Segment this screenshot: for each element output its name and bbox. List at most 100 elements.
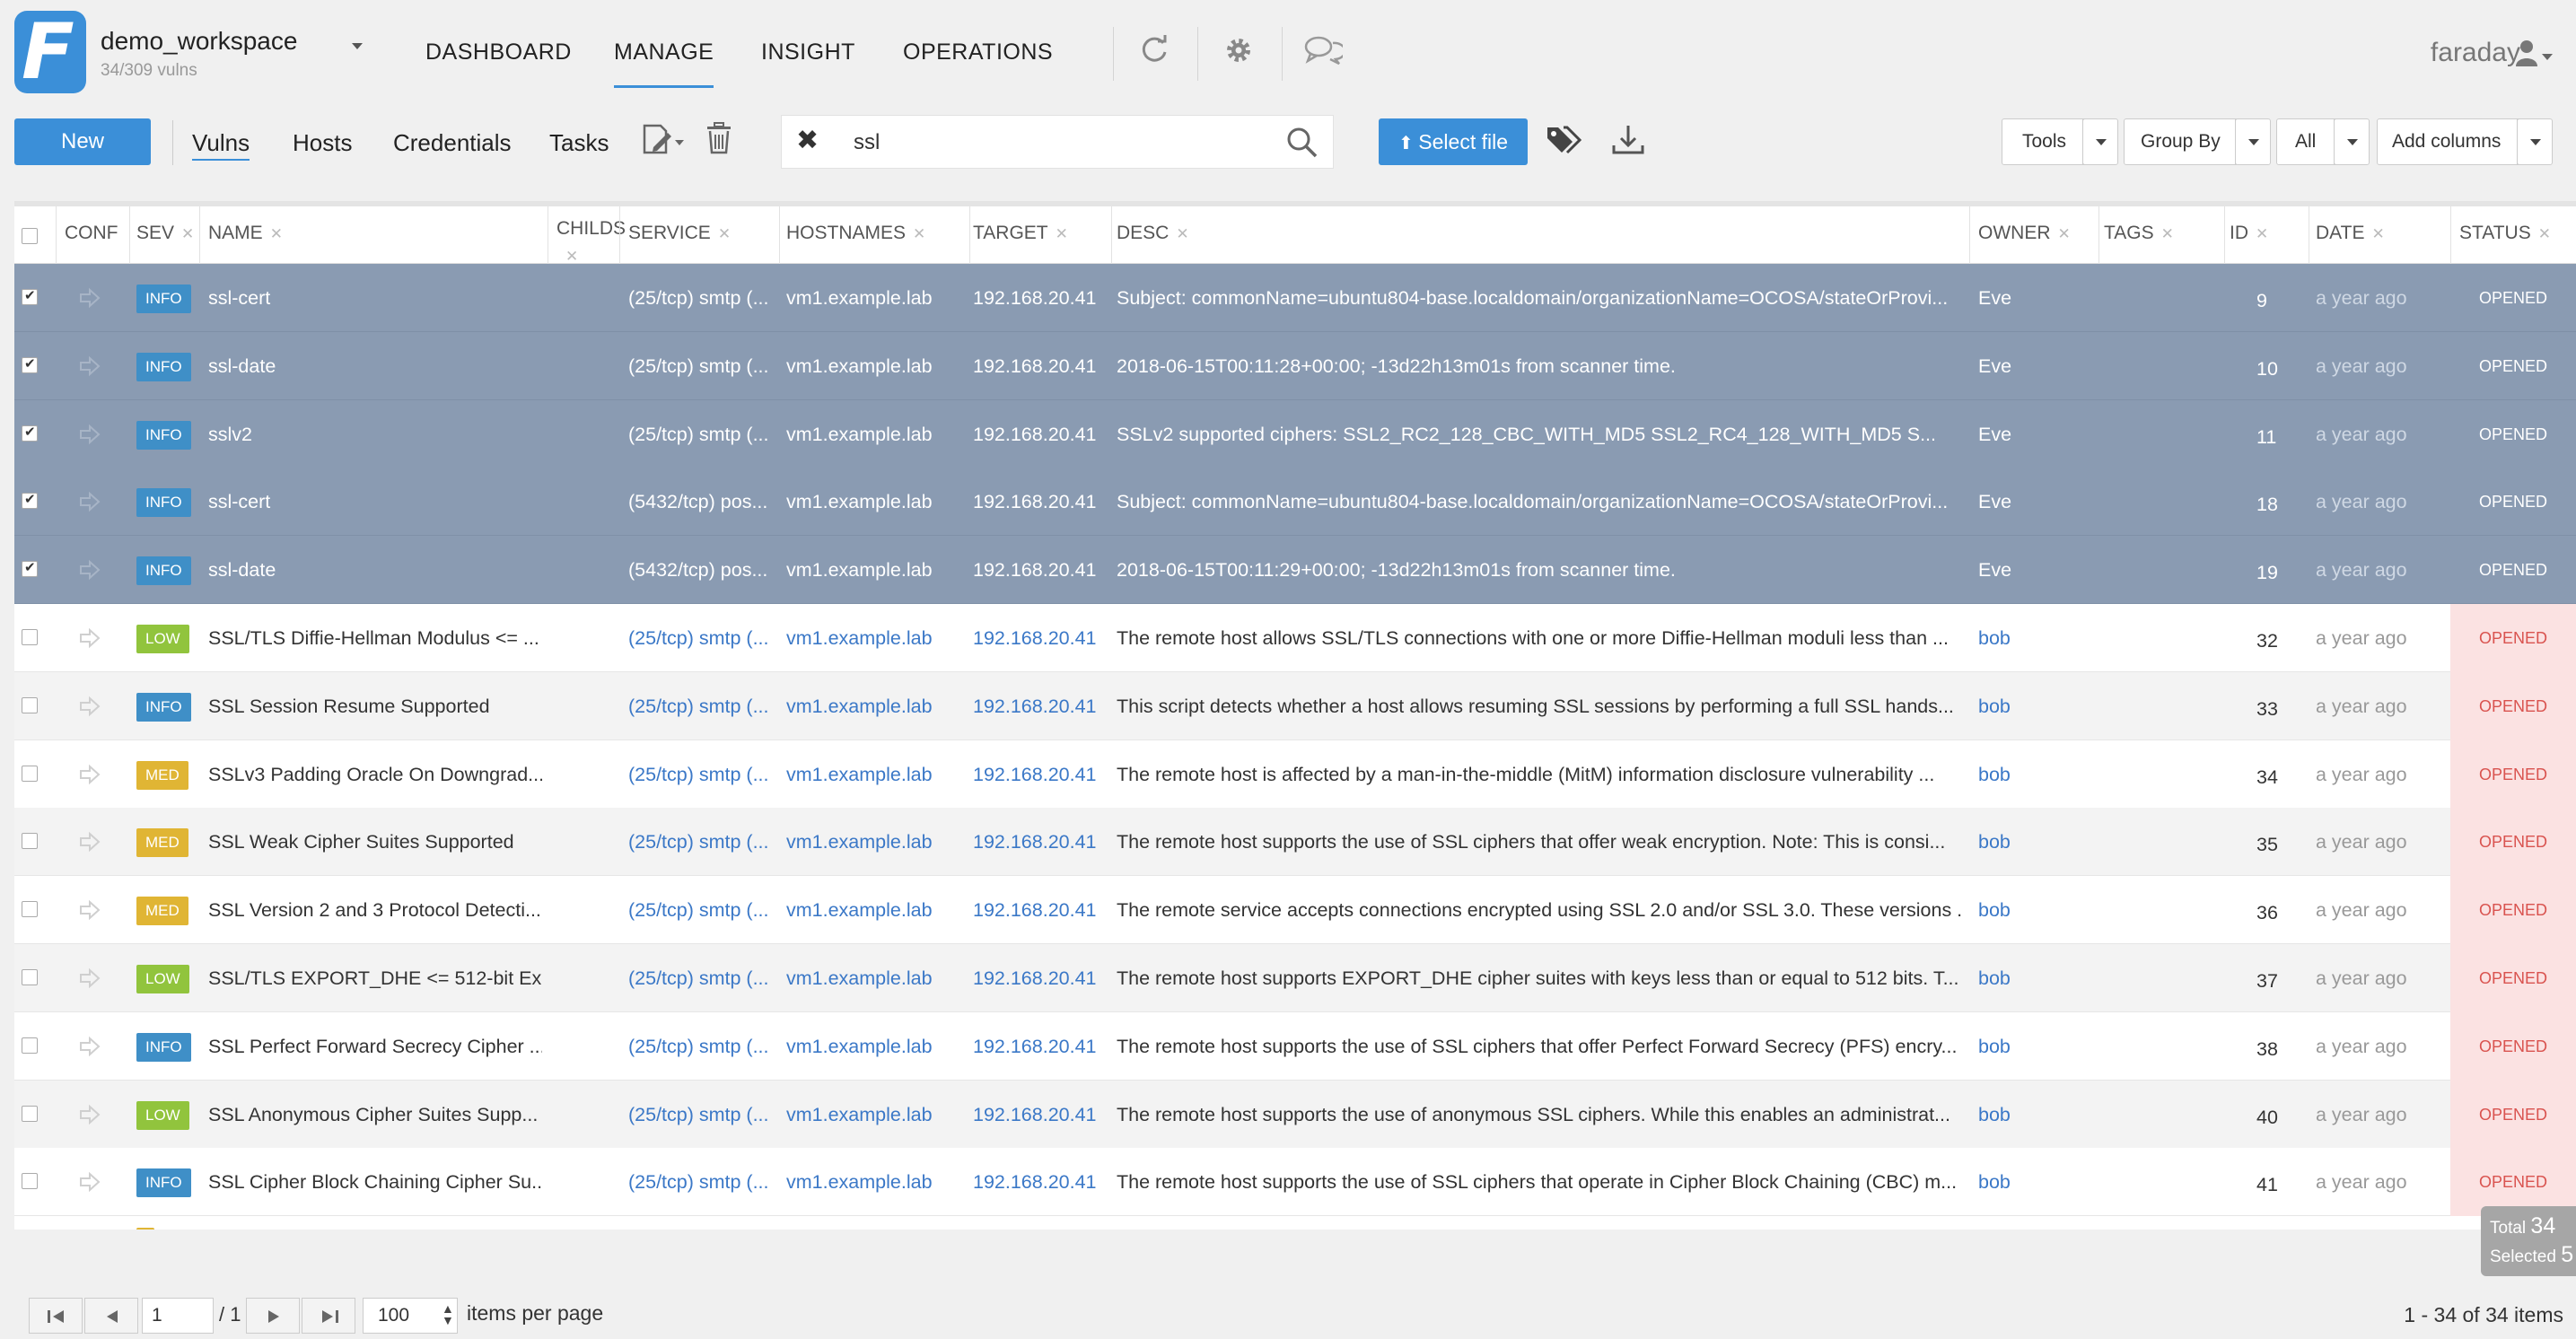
service-link[interactable]: (25/tcp) smtp (...: [628, 808, 772, 876]
row-checkbox[interactable]: [22, 901, 38, 918]
first-page-button[interactable]: [29, 1298, 83, 1334]
table-row[interactable]: INFO ssl-cert (25/tcp) smtp (...vm1.exampl…: [14, 264, 2576, 332]
service-link[interactable]: (5432/tcp) pos...: [628, 536, 772, 604]
target-link[interactable]: 192.168.20.41: [973, 332, 1108, 400]
remove-column-icon[interactable]: ✕: [2256, 225, 2268, 242]
target-link[interactable]: 192.168.20.41: [973, 604, 1108, 672]
vuln-name[interactable]: SSL Session Resume Supported: [208, 672, 542, 740]
nav-dashboard[interactable]: DASHBOARD: [425, 39, 572, 66]
tab-tasks[interactable]: Tasks: [549, 129, 609, 157]
refresh-icon[interactable]: [1136, 32, 1172, 68]
table-row[interactable]: INFO sslv2 (25/tcp) smtp (...vm1.example.l…: [14, 399, 2576, 468]
owner-link[interactable]: bob: [1978, 944, 2095, 1012]
target-link[interactable]: 192.168.20.41: [973, 808, 1108, 876]
remove-column-icon[interactable]: ✕: [1176, 225, 1188, 242]
tags-icon[interactable]: [1546, 124, 1585, 163]
remove-column-icon[interactable]: ✕: [270, 225, 283, 242]
next-page-button[interactable]: [246, 1298, 300, 1334]
owner-link[interactable]: bob: [1978, 1012, 2095, 1081]
hostname-link[interactable]: vm1.example.lab: [786, 944, 964, 1012]
remove-column-icon[interactable]: ✕: [2058, 225, 2071, 242]
col-owner[interactable]: OWNER ✕: [1978, 223, 2071, 244]
remove-column-icon[interactable]: ✕: [181, 225, 194, 242]
vuln-name[interactable]: SSL/TLS Diffie-Hellman Modulus <= ...: [208, 604, 542, 672]
target-link[interactable]: 192.168.20.41: [973, 536, 1108, 604]
confirm-arrow-icon[interactable]: [79, 1171, 101, 1193]
col-tags[interactable]: TAGS ✕: [2104, 223, 2174, 244]
owner-link[interactable]: Eve: [1978, 468, 2095, 536]
remove-column-icon[interactable]: ✕: [2161, 225, 2174, 242]
table-row-partial[interactable]: [14, 1221, 2576, 1230]
user-icon[interactable]: [2515, 39, 2538, 66]
owner-link[interactable]: bob: [1978, 740, 2095, 809]
table-row[interactable]: INFO SSL Perfect Forward Secrecy Cipher .…: [14, 1011, 2576, 1081]
user-caret-icon[interactable]: [2542, 54, 2553, 60]
owner-link[interactable]: bob: [1978, 604, 2095, 672]
remove-column-icon[interactable]: ✕: [718, 225, 731, 242]
remove-column-icon[interactable]: ✕: [565, 248, 578, 265]
service-link[interactable]: (25/tcp) smtp (...: [628, 944, 772, 1012]
owner-link[interactable]: bob: [1978, 1148, 2095, 1216]
row-checkbox[interactable]: [22, 491, 38, 510]
row-checkbox[interactable]: [22, 696, 38, 713]
table-row[interactable]: LOW SSL Anonymous Cipher Suites Supp... (2…: [14, 1080, 2576, 1149]
target-link[interactable]: 192.168.20.41: [973, 1012, 1108, 1081]
nav-operations[interactable]: OPERATIONS: [903, 39, 1053, 66]
col-desc[interactable]: DESC ✕: [1117, 223, 1189, 244]
col-date[interactable]: DATE ✕: [2316, 223, 2385, 244]
service-link[interactable]: (25/tcp) smtp (...: [628, 876, 772, 944]
col-status[interactable]: STATUS ✕: [2459, 223, 2551, 244]
row-checkbox[interactable]: [22, 765, 38, 782]
tools-caret-button[interactable]: [2082, 118, 2118, 165]
vuln-name[interactable]: SSL Perfect Forward Secrecy Cipher ...: [208, 1012, 542, 1081]
search-input[interactable]: [854, 128, 1249, 157]
target-link[interactable]: 192.168.20.41: [973, 740, 1108, 809]
owner-link[interactable]: Eve: [1978, 332, 2095, 400]
service-link[interactable]: (25/tcp) smtp (...: [628, 1081, 772, 1149]
clear-search-icon[interactable]: ✖: [796, 125, 819, 156]
table-row[interactable]: INFO SSL Session Resume Supported (25/tcp)…: [14, 671, 2576, 740]
edit-dropdown-icon[interactable]: [641, 122, 684, 162]
hostname-link[interactable]: vm1.example.lab: [786, 740, 964, 809]
col-hostnames[interactable]: HOSTNAMES ✕: [786, 223, 925, 244]
vuln-name[interactable]: ssl-cert: [208, 468, 542, 536]
hostname-link[interactable]: vm1.example.lab: [786, 876, 964, 944]
nav-manage[interactable]: MANAGE: [614, 39, 714, 88]
table-row[interactable]: INFO ssl-cert (5432/tcp) pos...vm1.example…: [14, 468, 2576, 537]
service-link[interactable]: (25/tcp) smtp (...: [628, 264, 772, 332]
prev-page-button[interactable]: [84, 1298, 138, 1334]
vuln-name[interactable]: SSL Weak Cipher Suites Supported: [208, 808, 542, 876]
col-sev[interactable]: SEV ✕: [136, 223, 194, 244]
service-link[interactable]: (25/tcp) smtp (...: [628, 740, 772, 809]
hostname-link[interactable]: vm1.example.lab: [786, 332, 964, 400]
workspace-name[interactable]: demo_workspace: [101, 27, 297, 56]
target-link[interactable]: 192.168.20.41: [973, 264, 1108, 332]
add-columns-caret-button[interactable]: [2517, 118, 2553, 165]
row-checkbox[interactable]: [22, 287, 38, 305]
col-service[interactable]: SERVICE ✕: [628, 223, 731, 244]
tab-vulns[interactable]: Vulns: [192, 129, 250, 161]
workspace-caret-icon[interactable]: [352, 43, 363, 49]
nav-insight[interactable]: INSIGHT: [761, 39, 855, 66]
col-name[interactable]: NAME ✕: [208, 223, 283, 244]
col-conf[interactable]: CONF: [65, 223, 118, 244]
page-number-input[interactable]: 1: [142, 1298, 214, 1334]
hostname-link[interactable]: vm1.example.lab: [786, 808, 964, 876]
stepper-icon[interactable]: ▲ ▼: [442, 1302, 454, 1326]
confirm-arrow-icon[interactable]: [79, 1104, 101, 1125]
table-row[interactable]: LOW SSL/TLS EXPORT_DHE <= 512-bit Exp... (…: [14, 944, 2576, 1012]
hostname-link[interactable]: vm1.example.lab: [786, 1148, 964, 1216]
table-row[interactable]: INFO ssl-date (5432/tcp) pos...vm1.example…: [14, 536, 2576, 605]
comments-icon[interactable]: [1303, 32, 1346, 68]
confirm-arrow-icon[interactable]: [79, 764, 101, 785]
vuln-name[interactable]: SSL Cipher Block Chaining Cipher Su...: [208, 1148, 542, 1216]
row-checkbox[interactable]: [22, 559, 38, 578]
row-checkbox[interactable]: [22, 969, 38, 985]
owner-link[interactable]: Eve: [1978, 264, 2095, 332]
confirm-arrow-icon[interactable]: [79, 355, 101, 377]
all-caret-button[interactable]: [2334, 118, 2370, 165]
table-row[interactable]: MED SSL Weak Cipher Suites Supported (25/t…: [14, 808, 2576, 877]
trash-icon[interactable]: [705, 122, 745, 162]
target-link[interactable]: 192.168.20.41: [973, 1081, 1108, 1149]
owner-link[interactable]: bob: [1978, 672, 2095, 740]
